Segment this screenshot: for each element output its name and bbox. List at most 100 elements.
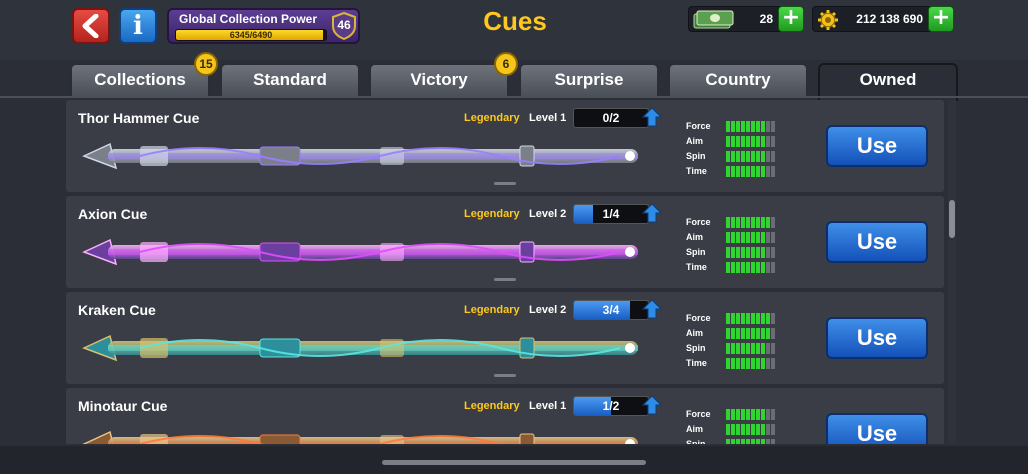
stat-bar [726,151,775,162]
stat-segment [766,424,770,435]
stat-segment [766,439,770,444]
stat-segment [741,217,745,228]
stat-segment [766,313,770,324]
stat-label: Force [686,409,711,419]
stat-segment [766,217,770,228]
cue-progress-text: 0/2 [602,111,620,125]
stat-segment [751,328,755,339]
use-button[interactable]: Use [826,317,928,359]
stat-segment [736,313,740,324]
cue-upgrade-progress: 0/2 [573,108,649,128]
stat-segment [761,262,765,273]
stat-label: Aim [686,232,704,242]
collection-power-progress: 6345/6490 [229,30,273,40]
add-coins-button[interactable]: + [928,6,954,32]
stat-segment [756,409,760,420]
stat-segment [731,136,735,147]
cue-progress-text: 3/4 [602,303,620,317]
scrollbar-thumb[interactable] [949,200,955,238]
stat-label: Aim [686,424,704,434]
stat-segment [731,232,735,243]
home-indicator[interactable] [382,460,646,465]
stat-segment [771,343,775,354]
stat-label: Spin [686,343,706,353]
stat-segment [751,409,755,420]
stat-segment [726,313,730,324]
stat-segment [736,409,740,420]
stat-segment [726,166,730,177]
stat-segment [771,439,775,444]
info-button[interactable]: i [119,8,157,44]
tab-collections[interactable]: Collections [70,63,210,97]
stat-segment [771,121,775,132]
drag-handle[interactable] [494,182,516,185]
cue-image [82,334,638,362]
cue-card-kraken[interactable]: Kraken Cue Legendary Level 2 3/4 Force A… [66,292,944,384]
cue-upgrade-progress: 3/4 [573,300,649,320]
upgrade-arrow-icon[interactable] [641,298,663,320]
cue-rarity: Legendary [464,304,520,316]
stat-segment [726,217,730,228]
stat-segment [771,409,775,420]
stat-segment [766,232,770,243]
stat-segment [746,409,750,420]
stat-bar [726,328,775,339]
info-icon: i [133,11,143,41]
tab-country[interactable]: Country [668,63,808,97]
cue-card-minotaur[interactable]: Minotaur Cue Legendary Level 1 1/2 Force… [66,388,944,444]
collection-level-value: 46 [337,18,351,32]
stat-label: Aim [686,328,704,338]
stat-segment [741,166,745,177]
stat-segment [736,151,740,162]
tab-surprise[interactable]: Surprise [519,63,659,97]
use-button[interactable]: Use [826,125,928,167]
stat-segment [746,151,750,162]
stat-segment [766,358,770,369]
stat-segment [746,439,750,444]
use-button[interactable]: Use [826,413,928,444]
upgrade-arrow-icon[interactable] [641,394,663,416]
stat-segment [726,424,730,435]
stat-segment [726,328,730,339]
collection-power-panel[interactable]: Global Collection Power 6345/6490 46 [167,8,360,44]
cue-level: Level 2 [529,304,567,316]
cash-counter: 28 + [688,6,804,32]
stat-segment [761,343,765,354]
stat-segment [766,343,770,354]
scrollbar[interactable] [948,100,956,444]
drag-handle[interactable] [494,278,516,281]
stat-segment [731,343,735,354]
stat-segment [736,121,740,132]
stat-segment [726,151,730,162]
cue-rarity: Legendary [464,112,520,124]
stat-segment [736,136,740,147]
stat-segment [741,343,745,354]
tab-victory[interactable]: Victory [369,63,509,97]
drag-handle[interactable] [494,374,516,377]
cue-progress-text: 1/4 [602,207,620,221]
add-cash-button[interactable]: + [778,6,804,32]
stat-segment [756,121,760,132]
cue-upgrade-progress: 1/4 [573,204,649,224]
stat-segment [746,262,750,273]
use-button[interactable]: Use [826,221,928,263]
cue-name: Kraken Cue [78,302,156,318]
stat-segment [741,232,745,243]
back-button[interactable] [72,8,110,44]
tab-standard[interactable]: Standard [220,63,360,97]
stat-segment [736,232,740,243]
stat-segment [756,262,760,273]
cue-card-thor-hammer[interactable]: Thor Hammer Cue Legendary Level 1 0/2 Fo… [66,100,944,192]
stat-segment [731,166,735,177]
stat-segment [761,217,765,228]
stat-segment [751,217,755,228]
stat-bar [726,136,775,147]
cue-list[interactable]: Thor Hammer Cue Legendary Level 1 0/2 Fo… [66,100,944,444]
stat-segment [731,313,735,324]
stat-bar [726,358,775,369]
stat-label: Spin [686,439,706,444]
upgrade-arrow-icon[interactable] [641,202,663,224]
cue-card-axion[interactable]: Axion Cue Legendary Level 2 1/4 Force Ai… [66,196,944,288]
upgrade-arrow-icon[interactable] [641,106,663,128]
stat-segment [746,166,750,177]
